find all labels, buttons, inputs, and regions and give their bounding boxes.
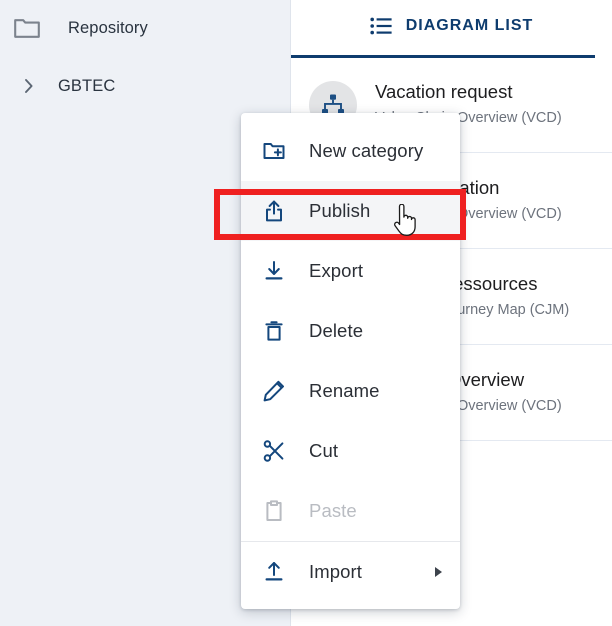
sidebar-item-repository[interactable]: Repository bbox=[0, 10, 290, 46]
scissors-icon bbox=[261, 438, 287, 464]
menu-item-label: Paste bbox=[309, 500, 357, 521]
menu-item-label: Publish bbox=[309, 200, 371, 221]
sidebar-item-gbtec[interactable]: GBTEC bbox=[0, 68, 290, 104]
folder-plus-icon bbox=[261, 138, 287, 164]
context-menu: New category Publish Export Delete Renam… bbox=[241, 113, 460, 609]
menu-item-rename[interactable]: Rename bbox=[241, 361, 460, 421]
menu-item-import[interactable]: Import bbox=[241, 541, 460, 601]
menu-item-label: Cut bbox=[309, 440, 339, 461]
menu-item-label: Rename bbox=[309, 380, 380, 401]
chevron-right-icon bbox=[435, 566, 442, 577]
menu-item-export[interactable]: Export bbox=[241, 241, 460, 301]
trash-icon bbox=[261, 318, 287, 344]
sidebar-item-label: GBTEC bbox=[58, 76, 116, 95]
menu-item-paste[interactable]: Paste bbox=[241, 481, 460, 541]
tab-diagram-list[interactable]: DIAGRAM LIST bbox=[366, 17, 538, 41]
chevron-right-icon[interactable] bbox=[24, 78, 34, 94]
folder-icon bbox=[14, 17, 40, 39]
pencil-icon bbox=[261, 378, 287, 404]
list-icon bbox=[370, 17, 392, 35]
menu-item-new-category[interactable]: New category bbox=[241, 121, 460, 181]
panel-tabbar: DIAGRAM LIST bbox=[291, 0, 612, 57]
menu-item-publish[interactable]: Publish bbox=[241, 181, 460, 241]
menu-item-label: Export bbox=[309, 260, 364, 281]
menu-item-label: Import bbox=[309, 560, 363, 582]
menu-item-label: New category bbox=[309, 140, 424, 161]
clipboard-icon bbox=[261, 498, 287, 524]
import-upload-icon bbox=[261, 559, 287, 585]
menu-item-label: Delete bbox=[309, 320, 364, 341]
download-icon bbox=[261, 258, 287, 284]
menu-item-cut[interactable]: Cut bbox=[241, 421, 460, 481]
publish-upload-icon bbox=[261, 198, 287, 224]
list-item-title: Vacation request bbox=[375, 81, 513, 102]
sidebar-item-label: Repository bbox=[68, 18, 148, 37]
menu-item-delete[interactable]: Delete bbox=[241, 301, 460, 361]
tab-diagram-list-label: DIAGRAM LIST bbox=[405, 16, 534, 34]
